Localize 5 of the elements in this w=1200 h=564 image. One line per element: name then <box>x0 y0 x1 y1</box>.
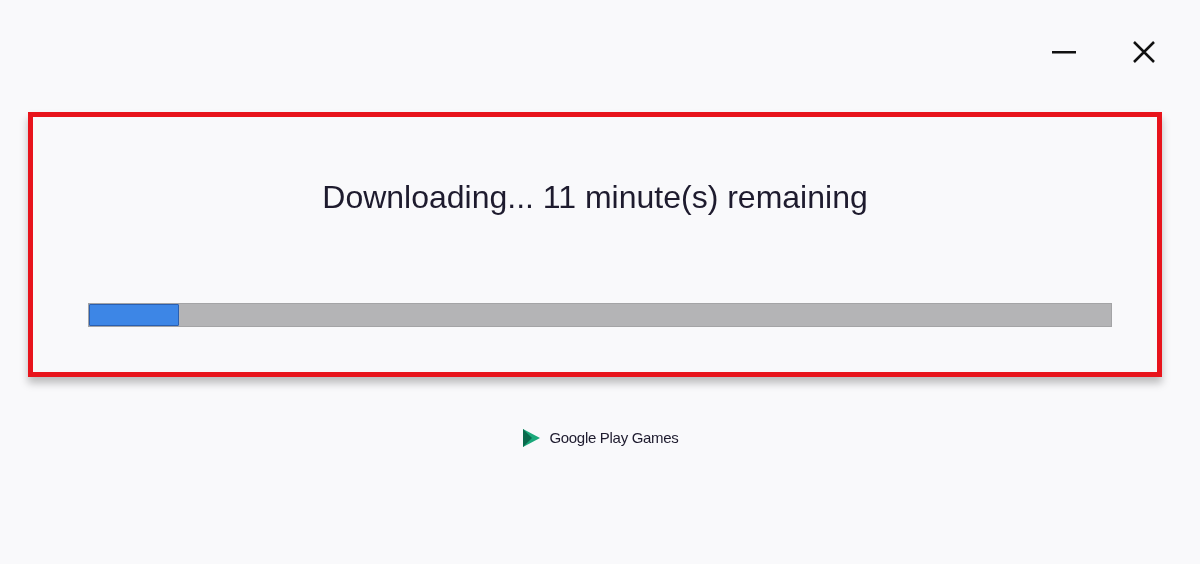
play-logo-icon <box>521 428 542 449</box>
status-text: Downloading... 11 minute(s) remaining <box>322 178 868 217</box>
minimize-icon <box>1052 50 1076 54</box>
close-icon <box>1132 40 1156 64</box>
brand-name: Google Play Games <box>549 428 679 448</box>
